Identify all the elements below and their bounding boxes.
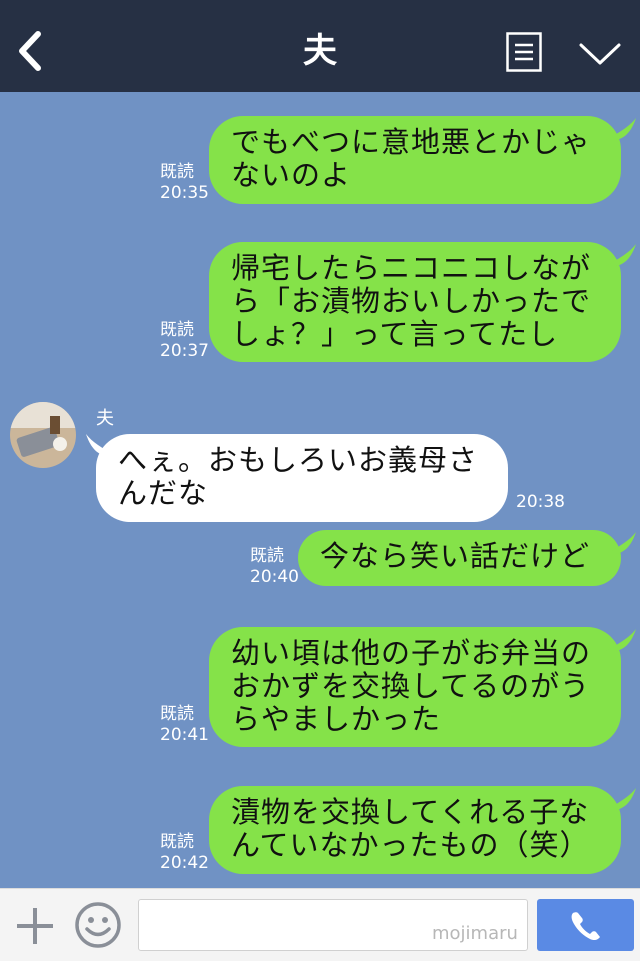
message-time: 20:37 xyxy=(160,341,209,361)
avatar[interactable] xyxy=(10,402,76,468)
message-time: 20:42 xyxy=(160,853,209,873)
menu-icon[interactable] xyxy=(506,32,542,72)
avatar-photo-icon xyxy=(10,402,76,468)
read-receipt: 既読 xyxy=(160,320,194,340)
bubble-tail xyxy=(606,788,636,810)
outgoing-message-bubble[interactable]: 帰宅したらニコニコしなが ら「お漬物おいしかったで しょ？」って言ってたし xyxy=(209,242,621,362)
message-text-line: ないのよ xyxy=(231,158,352,192)
message-time: 20:38 xyxy=(516,492,565,512)
message-text-line: しょ？」って言ってたし xyxy=(231,317,559,351)
message-text-line: 幼い頃は他の子がお弁当の xyxy=(231,636,592,670)
watermark-label: mojimaru xyxy=(432,923,518,944)
message-list[interactable]: でもべつに意地悪とかじゃ ないのよ 既読 20:35 帰宅したらニコニコしなが … xyxy=(0,92,640,888)
message-text-line: らやましかった xyxy=(231,702,442,736)
message-meta: 既読 20:37 xyxy=(160,320,209,362)
call-button[interactable] xyxy=(537,899,634,951)
message-meta: 既読 20:41 xyxy=(160,704,209,746)
sender-name: 夫 xyxy=(96,408,114,429)
message-text-line: 今なら笑い話だけど xyxy=(320,539,591,573)
emoji-icon[interactable] xyxy=(74,901,122,949)
message-text-line: 帰宅したらニコニコしなが xyxy=(231,251,592,285)
chat-title: 夫 xyxy=(303,31,337,71)
message-text-line: へぇ。おもしろいお義母さ xyxy=(118,443,479,477)
message-text-line: ら「お漬物おいしかったで xyxy=(231,284,592,318)
message-text-line: んだな xyxy=(118,476,209,510)
message-meta: 既読 20:35 xyxy=(160,162,209,204)
plus-icon[interactable] xyxy=(14,905,56,947)
message-composer: mojimaru xyxy=(0,888,640,961)
bubble-tail xyxy=(606,629,636,651)
message-meta: 既読 20:40 xyxy=(250,546,299,588)
message-text-line: んていなかったもの（笑） xyxy=(231,828,590,862)
bubble-tail xyxy=(606,118,636,140)
outgoing-message-bubble[interactable]: 漬物を交換してくれる子な んていなかったもの（笑） xyxy=(209,786,621,874)
message-text-line: でもべつに意地悪とかじゃ xyxy=(231,125,592,159)
message-text-line: おかずを交換してるのがう xyxy=(231,669,591,703)
incoming-message-bubble[interactable]: へぇ。おもしろいお義母さ んだな xyxy=(96,434,508,522)
back-arrow-icon[interactable] xyxy=(14,28,48,74)
outgoing-message-bubble[interactable]: 幼い頃は他の子がお弁当の おかずを交換してるのがう らやましかった xyxy=(209,627,621,747)
chevron-down-icon[interactable] xyxy=(578,40,622,68)
phone-icon xyxy=(571,912,600,941)
message-time: 20:35 xyxy=(160,183,209,203)
read-receipt: 既読 xyxy=(160,162,194,182)
message-time: 20:40 xyxy=(250,567,299,587)
read-receipt: 既読 xyxy=(160,704,194,724)
message-time: 20:41 xyxy=(160,725,209,745)
message-text-line: 漬物を交換してくれる子な xyxy=(231,795,590,829)
bubble-tail xyxy=(606,532,636,554)
bubble-tail xyxy=(606,244,636,266)
outgoing-message-bubble[interactable]: でもべつに意地悪とかじゃ ないのよ xyxy=(209,116,621,204)
read-receipt: 既読 xyxy=(250,546,284,566)
outgoing-message-bubble[interactable]: 今なら笑い話だけど xyxy=(298,530,621,586)
read-receipt: 既読 xyxy=(160,832,194,852)
chat-header: 夫 xyxy=(0,0,640,92)
message-meta: 既読 20:42 xyxy=(160,832,209,874)
